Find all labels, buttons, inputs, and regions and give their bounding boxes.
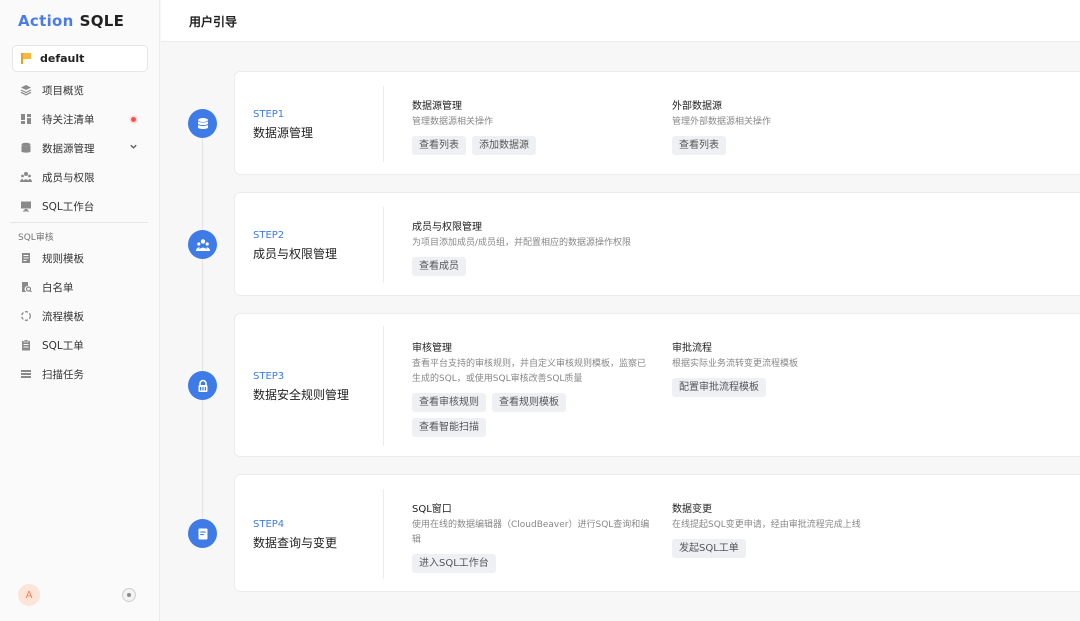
logo-action: Action xyxy=(18,12,74,30)
step-label: STEP3 xyxy=(253,371,285,382)
notification-dot xyxy=(131,117,136,122)
item-desc: 管理外部数据源相关操作 xyxy=(672,117,772,127)
settings-icon[interactable] xyxy=(122,588,136,602)
sidebar: Action SQLE default 项目概览 待关注清单 数据源管理 成员与权… xyxy=(0,0,160,621)
view-smart-scan-button[interactable]: 查看智能扫描 xyxy=(412,418,486,437)
logo-sqle: SQLE xyxy=(79,12,125,30)
step-divider xyxy=(383,326,384,446)
audit-manage-item: 审核管理 查看平台支持的审核规则，并自定义审核规则模板，监察已生成的SQL，或使… xyxy=(412,339,650,437)
sql-window-item: SQL窗口 使用在线的数据编辑器（CloudBeaver）进行SQL查询和编辑 … xyxy=(412,500,650,573)
add-datasource-button[interactable]: 添加数据源 xyxy=(472,136,536,155)
member-permission-item: 成员与权限管理 为项目添加成员/成员组，并配置相应的数据源操作权限 查看成员 xyxy=(412,218,712,276)
project-selector[interactable]: default xyxy=(12,45,148,72)
item-title: 审批流程 xyxy=(672,343,712,354)
view-rule-templates-button[interactable]: 查看规则模板 xyxy=(492,393,566,412)
item-desc: 根据实际业务流转变更流程模板 xyxy=(672,359,799,369)
desktop-icon xyxy=(20,200,32,212)
sidebar-item-scan-task[interactable]: 扫描任务 xyxy=(12,361,148,387)
step2-card: STEP2 成员与权限管理 成员与权限管理 为项目添加成员/成员组，并配置相应的… xyxy=(234,192,1080,296)
item-desc: 为项目添加成员/成员组，并配置相应的数据源操作权限 xyxy=(412,238,632,248)
file-search-icon xyxy=(20,281,32,293)
create-sql-order-button[interactable]: 发起SQL工单 xyxy=(672,539,746,558)
list-icon xyxy=(20,368,32,380)
sidebar-item-rule-template[interactable]: 规则模板 xyxy=(12,245,148,271)
config-approval-flow-button[interactable]: 配置审批流程模板 xyxy=(672,378,766,397)
file-text-icon xyxy=(20,252,32,264)
step-title: 成员与权限管理 xyxy=(253,247,338,261)
item-title: 外部数据源 xyxy=(672,101,722,112)
step4-card: STEP4 数据查询与变更 SQL窗口 使用在线的数据编辑器（CloudBeav… xyxy=(234,474,1080,592)
layers-icon xyxy=(20,84,32,96)
item-desc: 使用在线的数据编辑器（CloudBeaver）进行SQL查询和编辑 xyxy=(412,520,650,545)
timeline-line xyxy=(202,123,203,533)
sidebar-item-label: 规则模板 xyxy=(42,252,84,265)
sidebar-item-flow-template[interactable]: 流程模板 xyxy=(12,303,148,329)
sidebar-item-label: SQL工作台 xyxy=(42,200,95,213)
sidebar-divider xyxy=(10,222,148,223)
data-change-item: 数据变更 在线提起SQL变更申请，经由审批流程完成上线 发起SQL工单 xyxy=(672,500,912,558)
item-title: 数据变更 xyxy=(672,504,712,515)
sidebar-item-datasource[interactable]: 数据源管理 xyxy=(12,135,148,161)
sidebar-item-watchlist[interactable]: 待关注清单 xyxy=(12,106,148,132)
item-desc: 在线提起SQL变更申请，经由审批流程完成上线 xyxy=(672,520,861,530)
item-title: 审核管理 xyxy=(412,343,452,354)
item-title: 数据源管理 xyxy=(412,101,462,112)
step-divider xyxy=(383,207,384,283)
step-label: STEP2 xyxy=(253,230,285,241)
view-members-button[interactable]: 查看成员 xyxy=(412,257,466,276)
loading-cycle-icon xyxy=(20,310,32,322)
page-header: 用户引导 xyxy=(161,0,1080,42)
flag-icon xyxy=(21,53,32,64)
item-desc: 管理数据源相关操作 xyxy=(412,117,494,127)
sidebar-item-label: 项目概览 xyxy=(42,84,84,97)
item-title: SQL窗口 xyxy=(412,504,452,515)
sidebar-item-sql-workbench[interactable]: SQL工作台 xyxy=(12,193,148,219)
item-title: 成员与权限管理 xyxy=(412,222,482,233)
step-label: STEP4 xyxy=(253,519,285,530)
sidebar-item-overview[interactable]: 项目概览 xyxy=(12,77,148,103)
step2-team-icon xyxy=(188,230,217,259)
view-list-button[interactable]: 查看列表 xyxy=(412,136,466,155)
step-title: 数据源管理 xyxy=(253,126,314,140)
item-desc: 查看平台支持的审核规则，并自定义审核规则模板，监察已生成的SQL，或使用SQL审… xyxy=(412,359,647,384)
step4-document-icon xyxy=(188,519,217,548)
step1-database-icon xyxy=(188,109,217,138)
sidebar-item-label: 成员与权限 xyxy=(42,171,95,184)
sidebar-item-sql-order[interactable]: SQL工单 xyxy=(12,332,148,358)
dashboard-icon xyxy=(20,113,32,125)
avatar[interactable]: A xyxy=(18,584,40,606)
view-external-list-button[interactable]: 查看列表 xyxy=(672,136,726,155)
view-audit-rules-button[interactable]: 查看审核规则 xyxy=(412,393,486,412)
project-name: default xyxy=(40,52,85,65)
sidebar-item-label: 白名单 xyxy=(42,281,74,294)
approval-flow-item: 审批流程 根据实际业务流转变更流程模板 配置审批流程模板 xyxy=(672,339,912,397)
step-title: 数据安全规则管理 xyxy=(253,388,350,402)
step1-card: STEP1 数据源管理 数据源管理 管理数据源相关操作 查看列表 添加数据源 外… xyxy=(234,71,1080,175)
clipboard-icon xyxy=(20,339,32,351)
datasource-manage-item: 数据源管理 管理数据源相关操作 查看列表 添加数据源 xyxy=(412,97,652,155)
external-datasource-item: 外部数据源 管理外部数据源相关操作 查看列表 xyxy=(672,97,912,155)
sidebar-section-label: SQL审核 xyxy=(18,233,54,243)
database-icon xyxy=(20,142,32,154)
app-logo[interactable]: Action SQLE xyxy=(18,12,124,30)
sidebar-item-label: 流程模板 xyxy=(42,310,84,323)
enter-sql-workbench-button[interactable]: 进入SQL工作台 xyxy=(412,554,496,573)
sidebar-item-label: 待关注清单 xyxy=(42,113,95,126)
step-label: STEP1 xyxy=(253,109,285,120)
step3-lock-icon xyxy=(188,371,217,400)
chevron-down-icon[interactable] xyxy=(129,142,138,154)
step-divider xyxy=(383,86,384,162)
step-divider xyxy=(383,489,384,579)
step-title: 数据查询与变更 xyxy=(253,536,338,550)
step3-card: STEP3 数据安全规则管理 审核管理 查看平台支持的审核规则，并自定义审核规则… xyxy=(234,313,1080,457)
page-title: 用户引导 xyxy=(189,15,238,29)
team-icon xyxy=(20,171,32,183)
sidebar-item-label: 扫描任务 xyxy=(42,368,84,381)
sidebar-item-whitelist[interactable]: 白名单 xyxy=(12,274,148,300)
sidebar-item-label: SQL工单 xyxy=(42,339,84,352)
sidebar-item-label: 数据源管理 xyxy=(42,142,95,155)
sidebar-item-members[interactable]: 成员与权限 xyxy=(12,164,148,190)
